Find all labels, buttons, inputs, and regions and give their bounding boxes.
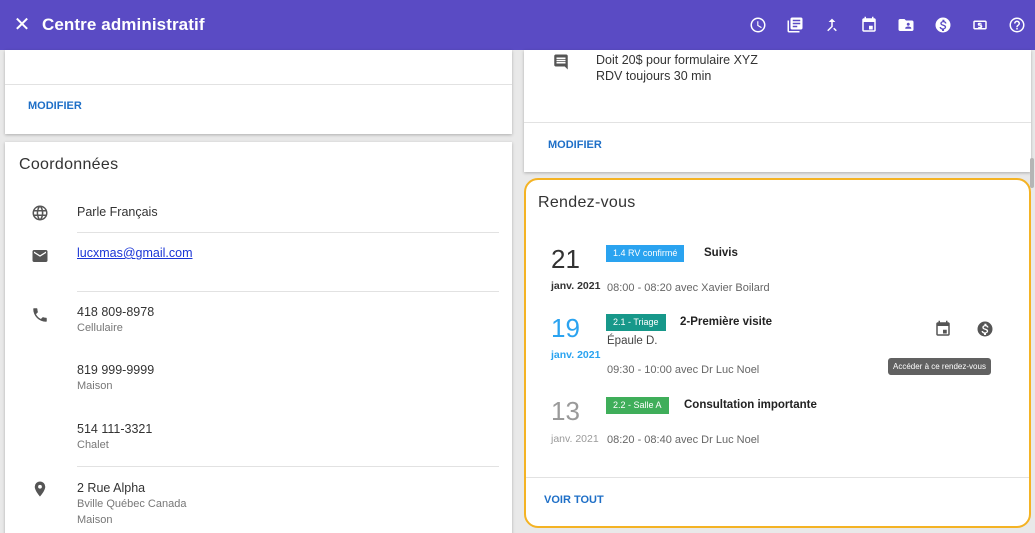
appointment-month: janv. 2021 (551, 349, 601, 361)
see-all-button[interactable]: VOIR TOUT (544, 494, 604, 506)
merge-icon[interactable] (822, 15, 842, 35)
address-line: 2 Rue Alpha (77, 481, 146, 495)
divider (77, 291, 499, 292)
divider (77, 232, 499, 233)
appointment-day: 21 (551, 244, 580, 274)
appointment-time: 09:30 - 10:00 avec Dr Luc Noel (607, 364, 760, 376)
appointment-title[interactable]: 2-Première visite (680, 316, 772, 328)
appointment-month: janv. 2021 (551, 280, 601, 292)
calendar-icon[interactable] (934, 320, 952, 338)
modify-button[interactable]: MODIFIER (548, 139, 602, 151)
dollar-circle-icon[interactable] (976, 320, 994, 338)
phone-number: 819 999-9999 (77, 363, 155, 377)
email-link[interactable]: lucxmas@gmail.com (77, 246, 193, 260)
phone-number: 418 809-8978 (77, 305, 155, 319)
page-title: Centre administratif (42, 15, 205, 34)
mail-icon (31, 247, 49, 265)
globe-icon (31, 204, 49, 222)
address-type: Maison (77, 514, 113, 526)
appointment-time: 08:00 - 08:20 avec Xavier Boilard (607, 282, 770, 294)
status-badge: 2.2 - Salle A (606, 397, 669, 414)
note-line: Doit 20$ pour formulaire XYZ (596, 53, 758, 67)
divider (77, 466, 499, 467)
appointments-card: Rendez-vous 21 janv. 2021 1.4 RV confirm… (524, 178, 1031, 528)
status-badge: 1.4 RV confirmé (606, 245, 685, 262)
appointment-subtitle: Épaule D. (607, 335, 658, 347)
money-icon[interactable] (970, 15, 990, 35)
notes-card: Doit 20$ pour formulaire XYZ RDV toujour… (524, 50, 1031, 172)
help-icon[interactable] (1007, 15, 1027, 35)
close-icon[interactable]: ✕ (12, 15, 32, 35)
appointment-title[interactable]: Suivis (704, 247, 738, 259)
card-title: Coordonnées (19, 156, 119, 173)
appointment-title[interactable]: Consultation importante (684, 399, 817, 411)
card-title: Rendez-vous (538, 194, 636, 211)
book-icon[interactable] (785, 15, 805, 35)
phone-type: Maison (77, 380, 113, 392)
status-badge: 2.1 - Triage (606, 314, 666, 331)
app-bar: ✕ Centre administratif (0, 0, 1035, 50)
address-line: Bville Québec Canada (77, 498, 187, 510)
folder-account-icon[interactable] (896, 15, 916, 35)
appointment-day: 13 (551, 396, 580, 426)
tooltip: Accéder à ce rendez-vous (888, 358, 991, 375)
dollar-circle-icon[interactable] (933, 15, 953, 35)
comment-icon (552, 53, 570, 71)
divider (524, 122, 1031, 123)
divider (5, 84, 512, 85)
appointment-day: 19 (551, 313, 580, 343)
phone-type: Cellulaire (77, 322, 123, 334)
appointment-time: 08:20 - 08:40 avec Dr Luc Noel (607, 434, 760, 446)
location-pin-icon (31, 480, 49, 498)
modify-button[interactable]: MODIFIER (28, 100, 82, 112)
clock-icon[interactable] (748, 15, 768, 35)
phone-number: 514 111-3321 (77, 422, 153, 436)
calendar-icon[interactable] (859, 15, 879, 35)
contact-info-card: Coordonnées Parle Français lucxmas@gmail… (5, 142, 512, 533)
previous-info-card: MODIFIER (5, 50, 512, 134)
note-line: RDV toujours 30 min (596, 69, 712, 83)
divider (526, 477, 1029, 478)
phone-icon (31, 306, 49, 324)
scrollbar-thumb[interactable] (1030, 158, 1034, 188)
phone-type: Chalet (77, 439, 109, 451)
appointment-month: janv. 2021 (551, 433, 599, 445)
toolbar (731, 0, 1027, 50)
language-text: Parle Français (77, 205, 158, 219)
